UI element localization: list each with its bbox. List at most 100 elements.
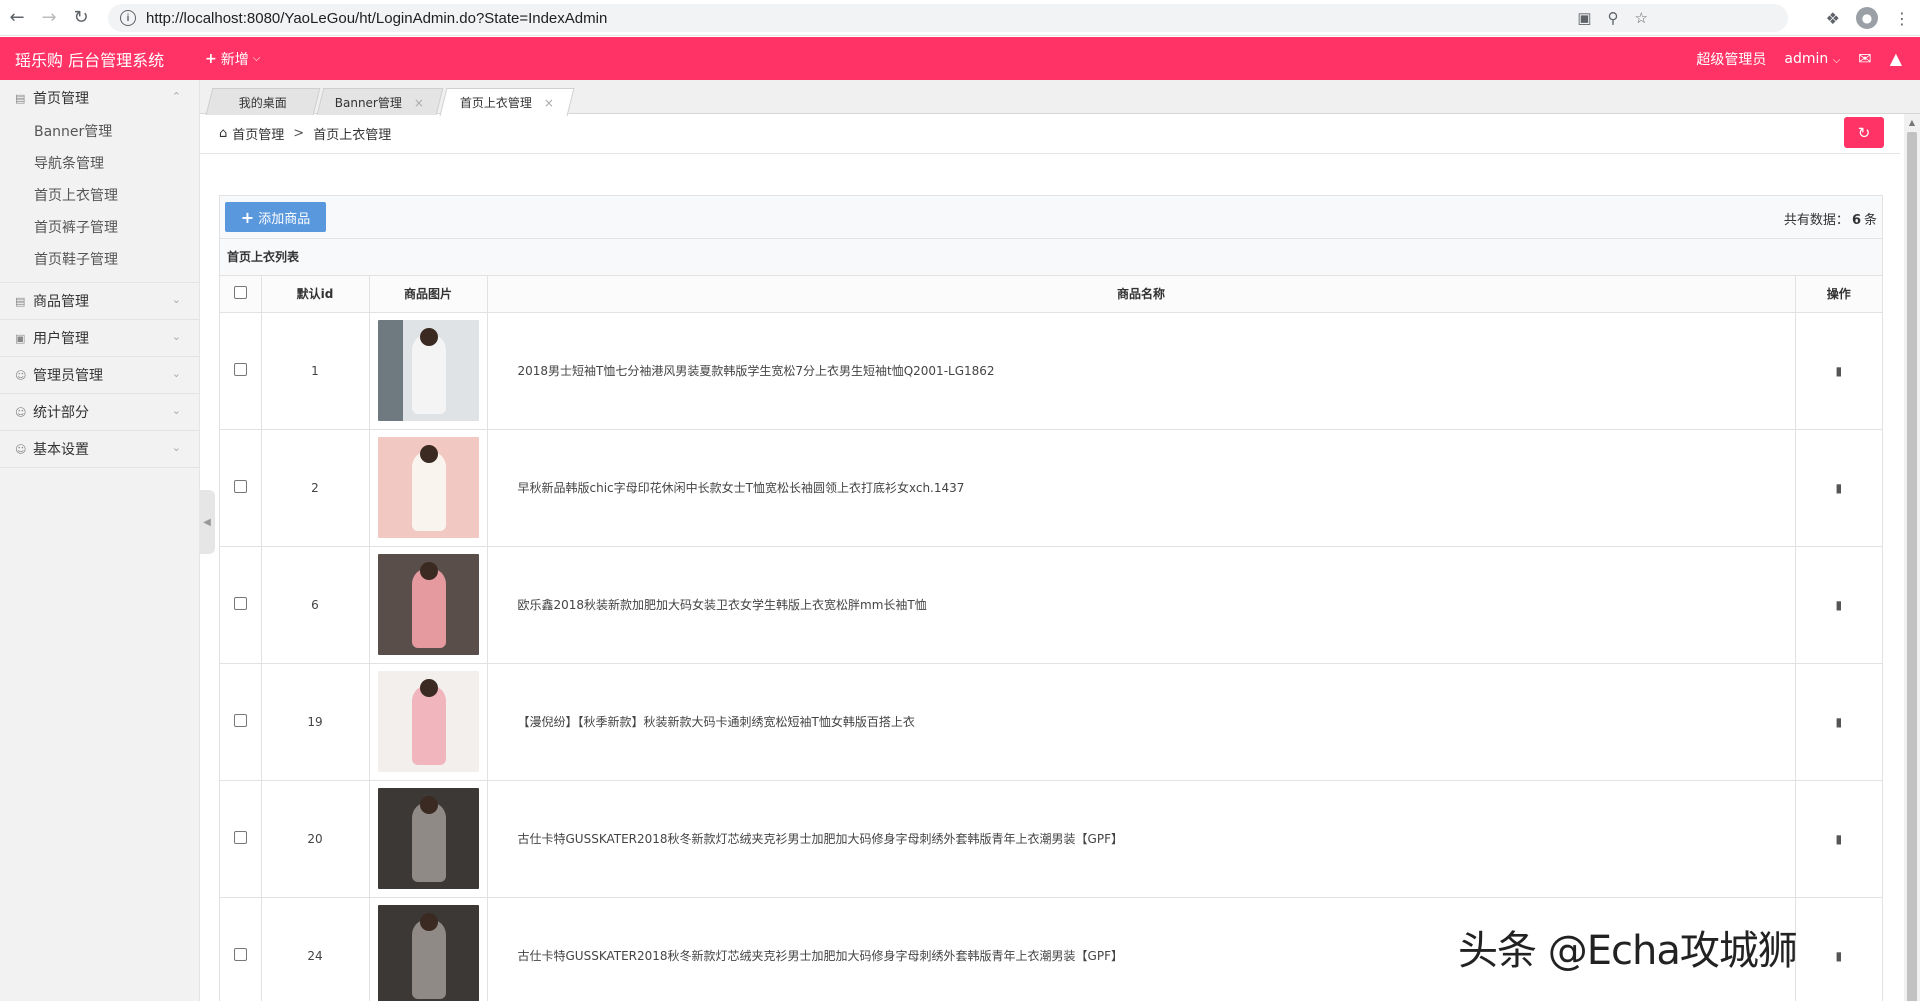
sidebar-subitem-shoes[interactable]: 首页鞋子管理 [0, 244, 199, 276]
refresh-button[interactable]: ↻ [1844, 117, 1884, 148]
sidebar-collapse-handle[interactable]: ◀ [199, 490, 215, 554]
tab-banner[interactable]: Banner管理 × [316, 88, 444, 115]
table-row: 2 早秋新品韩版chic字母印花休闲中长款女士T恤宽松长袖圆领上衣打底衫女xch… [220, 429, 1882, 547]
row-checkbox[interactable] [233, 830, 247, 844]
select-all-cell [220, 276, 262, 313]
settings-icon: ☺ [15, 442, 27, 456]
profile-avatar-icon[interactable]: ● [1856, 7, 1878, 29]
address-bar[interactable]: i http://localhost:8080/YaoLeGou/ht/Logi… [108, 4, 1788, 32]
sidebar-item-label: 基本设置 [33, 442, 89, 458]
extensions-icon[interactable]: ❖ [1826, 9, 1840, 28]
mail-icon[interactable]: ✉ [1858, 49, 1871, 68]
sidebar-item-label: 统计部分 [33, 405, 89, 421]
count-suffix: 条 [1863, 213, 1877, 228]
product-icon: ▤ [15, 294, 26, 308]
shirt-icon[interactable]: ▲ [1890, 49, 1902, 68]
close-icon[interactable]: × [414, 96, 424, 110]
row-checkbox[interactable] [233, 713, 247, 727]
sidebar-group-stats: ☺ 统计部分 ⌄ [0, 394, 199, 431]
breadcrumb-separator: > [293, 126, 305, 141]
table-header-row: 默认id 商品图片 商品名称 操作 [220, 276, 1882, 313]
product-image [377, 905, 479, 1001]
watermark: 头条 @Echa攻城狮 [1458, 928, 1798, 974]
row-id: 6 [261, 546, 370, 664]
column-header-name: 商品名称 [487, 276, 1796, 313]
select-all-checkbox[interactable] [233, 285, 247, 299]
table-row: 6 欧乐鑫2018秋装新款加肥加大码女装卫衣女学生韩版上衣宽松胖mm长袖T恤 ▮ [220, 546, 1882, 664]
row-name: 欧乐鑫2018秋装新款加肥加大码女装卫衣女学生韩版上衣宽松胖mm长袖T恤 [487, 546, 1796, 664]
delete-trash-icon[interactable]: ▮ [1835, 364, 1842, 378]
url-text: http://localhost:8080/YaoLeGou/ht/LoginA… [146, 9, 608, 27]
forward-arrow-icon[interactable]: → [34, 3, 64, 33]
tab-desktop[interactable]: 我的桌面 [205, 88, 321, 115]
breadcrumb-home[interactable]: 首页管理 [232, 124, 284, 143]
sidebar-item-admins[interactable]: ☺ 管理员管理 ⌄ [0, 357, 199, 393]
app-title: 瑶乐购 后台管理系统 [15, 50, 165, 70]
tab-label: Banner管理 [335, 95, 403, 110]
submenu: Banner管理 导航条管理 首页上衣管理 首页裤子管理 首页鞋子管理 [0, 116, 199, 282]
product-image [377, 788, 479, 889]
breadcrumb-current: 首页上衣管理 [313, 128, 392, 143]
new-menu[interactable]: + 新增 ⌵ [205, 49, 260, 69]
sidebar-subitem-navbar[interactable]: 导航条管理 [0, 148, 199, 180]
chevron-down-icon: ⌄ [171, 404, 181, 417]
more-menu-icon[interactable]: ⋮ [1894, 9, 1910, 28]
row-checkbox[interactable] [233, 947, 247, 961]
vertical-scrollbar[interactable]: ▲ [1904, 114, 1920, 1001]
tab-tops[interactable]: 首页上衣管理 × [439, 88, 575, 116]
sidebar-item-products[interactable]: ▤ 商品管理 ⌄ [0, 283, 199, 319]
chevron-down-icon: ⌵ [1832, 54, 1841, 66]
product-image [377, 554, 479, 655]
delete-trash-icon[interactable]: ▮ [1835, 598, 1842, 612]
column-header-id: 默认id [261, 276, 370, 313]
list-title: 首页上衣列表 [220, 239, 1882, 276]
back-arrow-icon[interactable]: ← [2, 3, 32, 33]
sidebar-item-users[interactable]: ▣ 用户管理 ⌄ [0, 320, 199, 356]
key-icon[interactable]: ⚲ [1608, 9, 1619, 27]
translate-icon[interactable]: ▣ [1577, 9, 1591, 27]
sidebar-item-home-management[interactable]: ▤ 首页管理 ⌃ [0, 80, 199, 116]
delete-trash-icon[interactable]: ▮ [1835, 481, 1842, 495]
row-checkbox[interactable] [233, 596, 247, 610]
delete-trash-icon[interactable]: ▮ [1835, 949, 1842, 963]
row-name: 【漫倪纷】【秋季新款】秋装新款大码卡通刺绣宽松短袖T恤女韩版百搭上衣 [487, 663, 1796, 781]
row-checkbox[interactable] [233, 362, 247, 376]
reload-icon[interactable]: ↻ [66, 3, 96, 33]
new-menu-label: 新增 [220, 51, 249, 68]
add-product-button[interactable]: + 添加商品 [225, 202, 326, 232]
tab-label: 首页上衣管理 [459, 96, 532, 110]
user-role: 超级管理员 [1696, 51, 1767, 68]
row-id: 19 [261, 663, 370, 781]
delete-trash-icon[interactable]: ▮ [1835, 832, 1842, 846]
row-checkbox[interactable] [233, 479, 247, 493]
chevron-up-icon: ⌃ [171, 90, 181, 103]
sidebar-item-stats[interactable]: ☺ 统计部分 ⌄ [0, 394, 199, 430]
sidebar-subitem-pants[interactable]: 首页裤子管理 [0, 212, 199, 244]
sidebar-subitem-banner[interactable]: Banner管理 [0, 116, 199, 148]
row-id: 2 [261, 429, 370, 547]
sidebar-item-settings[interactable]: ☺ 基本设置 ⌄ [0, 431, 199, 467]
toolbar: + 添加商品 共有数据： 6 条 [220, 196, 1882, 239]
close-icon[interactable]: × [544, 96, 554, 110]
sidebar-item-label: 商品管理 [33, 294, 89, 310]
app-header: 瑶乐购 后台管理系统 + 新增 ⌵ 超级管理员 admin ⌵ ✉ ▲ [0, 37, 1920, 80]
product-image [377, 671, 479, 772]
sidebar-item-label: 首页管理 [33, 91, 89, 107]
delete-trash-icon[interactable]: ▮ [1835, 715, 1842, 729]
sidebar-item-label: 用户管理 [33, 331, 89, 347]
record-count: 共有数据： 6 条 [1784, 209, 1877, 228]
row-name: 2018男士短袖T恤七分袖港风男装夏款韩版学生宽松7分上衣男生短袖t恤Q2001… [487, 312, 1796, 430]
site-info-icon[interactable]: i [120, 10, 136, 26]
sidebar-group-products: ▤ 商品管理 ⌄ [0, 283, 199, 320]
scroll-up-icon[interactable]: ▲ [1904, 114, 1920, 131]
scrollbar-thumb[interactable] [1907, 132, 1917, 1001]
row-id: 1 [261, 312, 370, 430]
user-icon: ▣ [15, 331, 26, 345]
user-menu[interactable]: admin ⌵ [1784, 51, 1840, 67]
bookmark-star-icon[interactable]: ☆ [1635, 9, 1648, 27]
stats-icon: ☺ [15, 405, 27, 419]
sidebar-group-settings: ☺ 基本设置 ⌄ [0, 431, 199, 468]
table-row: 20 古仕卡特GUSSKATER2018秋冬新款灯芯绒夹克衫男士加肥加大码修身字… [220, 780, 1882, 898]
admin-icon: ☺ [15, 368, 27, 382]
sidebar-subitem-tops[interactable]: 首页上衣管理 [0, 180, 199, 212]
